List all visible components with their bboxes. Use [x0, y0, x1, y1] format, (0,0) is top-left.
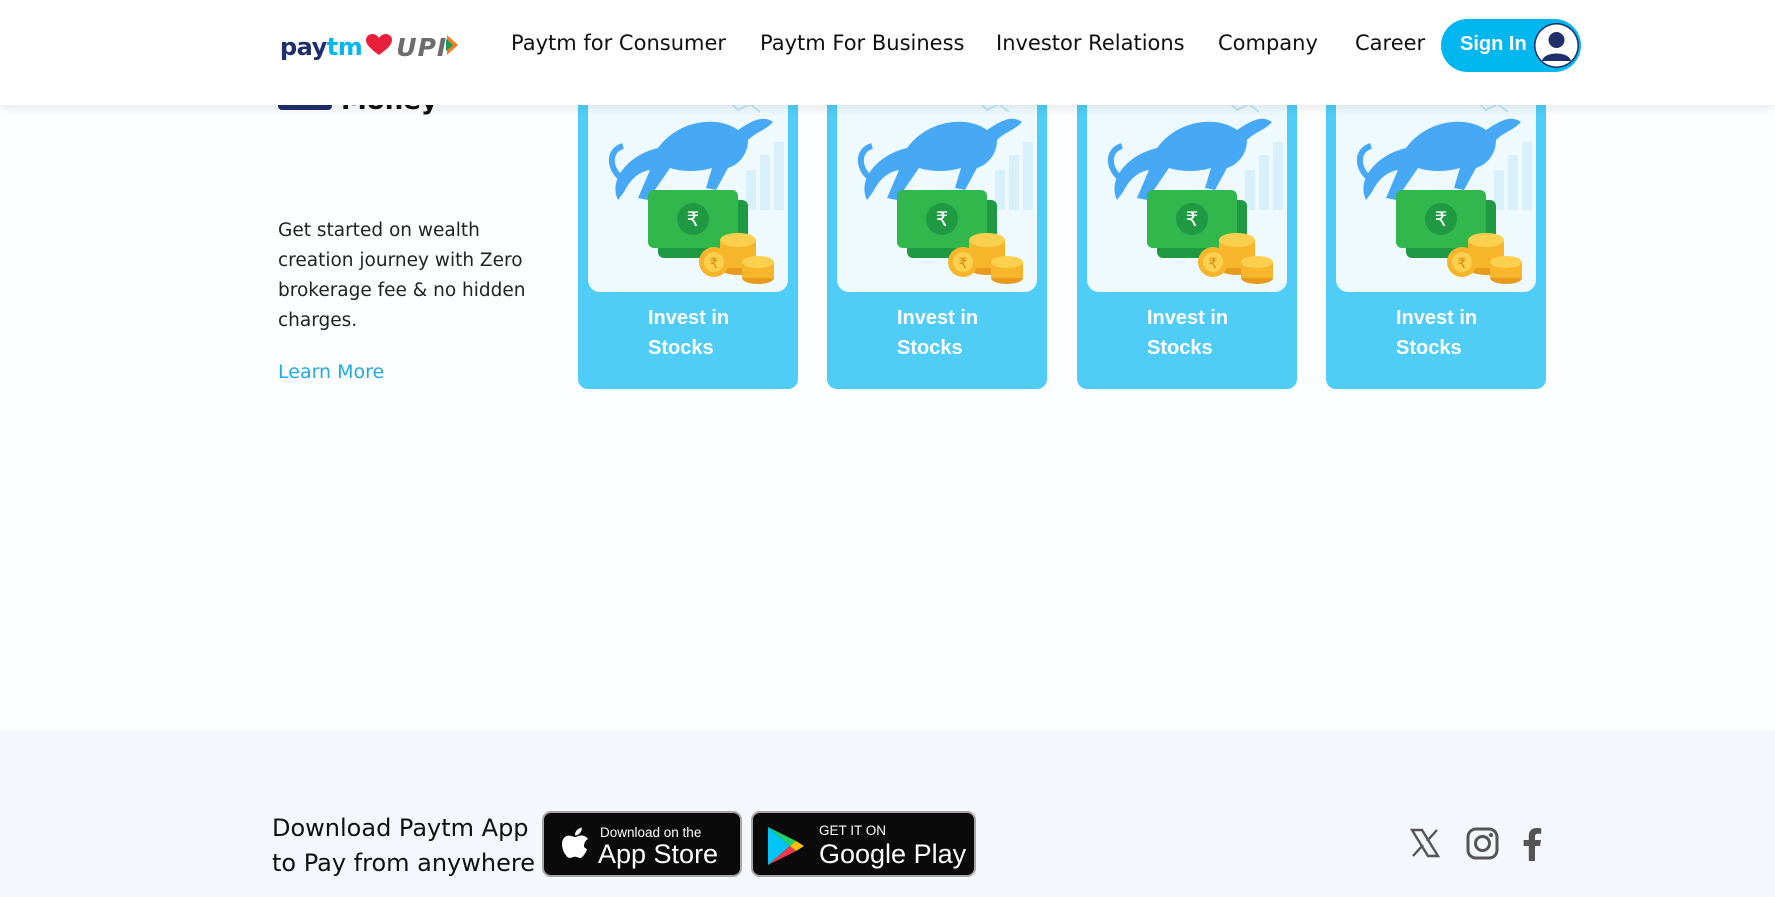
svg-text:₹: ₹	[687, 207, 700, 231]
svg-text:₹: ₹	[1186, 207, 1199, 231]
app-store-big-text: App Store	[598, 839, 719, 869]
svg-text:₹: ₹	[1435, 207, 1448, 231]
google-play-button[interactable]: GET IT ON Google Play	[751, 811, 976, 877]
invest-stocks-card[interactable]: ₹ ₹ Invest in Stocks	[1326, 60, 1546, 389]
card-label: Invest in Stocks	[1147, 307, 1229, 359]
sign-in-button[interactable]: Sign In	[1441, 19, 1581, 72]
invest-stocks-card[interactable]: ₹ ₹ Invest in Stocks	[827, 60, 1047, 389]
upi-arrow-icon	[445, 34, 459, 60]
card-label: Invest in Stocks	[897, 307, 979, 359]
download-app-text: Download Paytm App to Pay from anywhere	[272, 814, 535, 877]
svg-text:₹: ₹	[1458, 256, 1467, 272]
invest-stocks-card[interactable]: ₹ ₹ Invest in Stocks	[1077, 60, 1297, 389]
app-store-small-text: Download on the	[600, 825, 702, 840]
google-play-big-text: Google Play	[819, 839, 967, 869]
nav-item-paytm-for-business[interactable]: Paytm For Business	[760, 31, 964, 55]
svg-text:₹: ₹	[936, 207, 949, 231]
app-store-button[interactable]: Download on the App Store	[542, 811, 742, 877]
nav-item-paytm-for-consumer[interactable]: Paytm for Consumer	[511, 31, 726, 55]
sign-in-label: Sign In	[1460, 33, 1527, 55]
card-label: Invest in Stocks	[1396, 307, 1478, 359]
logo-paytm-wordmark: paytm	[280, 33, 363, 61]
heart-icon	[366, 34, 393, 60]
google-play-small-text: GET IT ON	[819, 823, 887, 838]
facebook-icon[interactable]	[1521, 827, 1543, 865]
svg-text:₹: ₹	[710, 256, 719, 272]
footer: Download Paytm App to Pay from anywhere …	[0, 730, 1775, 897]
google-play-icon	[766, 825, 806, 871]
x-icon[interactable]	[1409, 827, 1441, 863]
nav-item-company[interactable]: Company	[1218, 31, 1318, 55]
svg-text:₹: ₹	[959, 256, 968, 272]
learn-more-link[interactable]: Learn More	[278, 361, 384, 383]
logo-upi-wordmark: UPI	[396, 32, 448, 62]
apple-icon	[558, 826, 590, 868]
nav-item-career[interactable]: Career	[1355, 31, 1425, 55]
instagram-icon[interactable]	[1466, 827, 1499, 864]
svg-text:₹: ₹	[1209, 256, 1218, 272]
user-avatar-icon	[1534, 23, 1579, 68]
section-description: Get started on wealth creation journey w…	[278, 220, 526, 331]
card-label: Invest in Stocks	[648, 307, 730, 359]
invest-stocks-card[interactable]: ₹ ₹ Invest in Stocks	[578, 60, 798, 389]
nav-item-investor-relations[interactable]: Investor Relations	[996, 31, 1185, 55]
top-nav-bar: paytm UPI Paytm for Consumer Paytm For B…	[0, 0, 1775, 105]
paytm-upi-logo[interactable]: paytm UPI	[280, 30, 459, 64]
